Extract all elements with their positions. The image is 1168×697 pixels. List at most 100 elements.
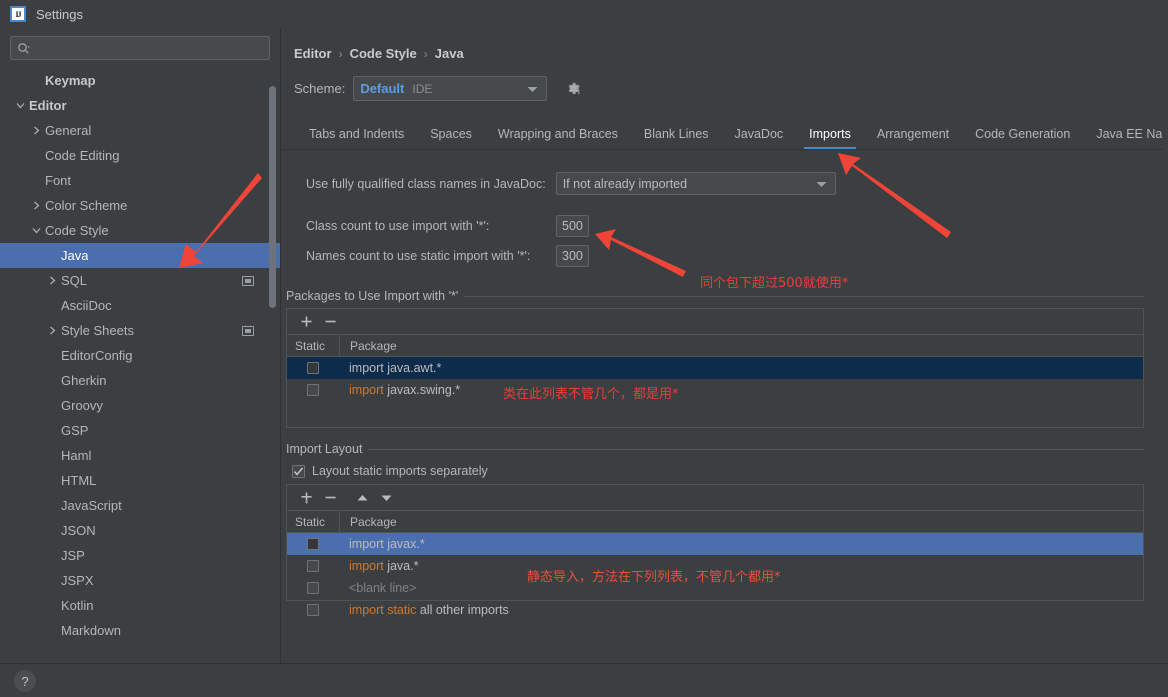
sidebar-item-asciidoc[interactable]: AsciiDoc: [0, 293, 280, 318]
static-checkbox[interactable]: [307, 538, 319, 550]
static-checkbox[interactable]: [307, 384, 319, 396]
sidebar-item-code-editing[interactable]: Code Editing: [0, 143, 280, 168]
class-count-input[interactable]: 500: [556, 215, 589, 237]
layout-static-imports-checkbox[interactable]: [292, 464, 305, 478]
import-layout-col-package: Package: [350, 514, 397, 529]
fqdn-javadoc-dropdown[interactable]: If not already imported: [555, 172, 836, 195]
tab-wrapping-and-braces[interactable]: Wrapping and Braces: [485, 127, 631, 149]
chevron-down-icon[interactable]: [30, 224, 43, 237]
search-box[interactable]: [10, 36, 270, 60]
sidebar-item-label: AsciiDoc: [61, 298, 112, 313]
import-layout-add-button[interactable]: [295, 488, 317, 508]
sidebar-scrollbar[interactable]: [269, 86, 276, 308]
table-row[interactable]: import javax.*: [287, 533, 1143, 555]
packages-col-package: Package: [350, 338, 397, 353]
static-cell: [287, 560, 339, 572]
module-badge-icon: [242, 325, 254, 336]
static-checkbox[interactable]: [307, 560, 319, 572]
dialog-titlebar: IJ Settings: [0, 0, 560, 28]
import-layout-col-static: Static: [295, 514, 326, 529]
sidebar-item-sql[interactable]: SQL: [0, 268, 280, 293]
code-style-tabbar: Tabs and Indents Spaces Wrapping and Brace…: [281, 117, 1164, 150]
static-checkbox[interactable]: [307, 582, 319, 594]
sidebar-item-markdown[interactable]: Markdown: [0, 618, 280, 643]
sidebar-item-kotlin[interactable]: Kotlin: [0, 593, 280, 618]
import-layout-move-up-button[interactable]: [351, 488, 373, 508]
static-cell: [287, 604, 339, 616]
scheme-dropdown[interactable]: Default IDE: [353, 76, 548, 101]
table-row[interactable]: import java.awt.*: [287, 357, 1143, 379]
import-layout-group: Import Layout Layout static imports sepa…: [286, 442, 1144, 617]
names-count-label: Names count to use static import with '*…: [306, 249, 531, 263]
sidebar-item-gherkin[interactable]: Gherkin: [0, 368, 280, 393]
sidebar-item-label: JavaScript: [61, 498, 122, 513]
sidebar-item-jspx[interactable]: JSPX: [0, 568, 280, 593]
sidebar-item-code-style[interactable]: Code Style: [0, 218, 280, 243]
sidebar-item-style-sheets[interactable]: Style Sheets: [0, 318, 280, 343]
chevron-down-icon[interactable]: [14, 99, 27, 112]
chevron-right-icon[interactable]: [30, 124, 43, 137]
sidebar-item-keymap[interactable]: Keymap: [0, 68, 280, 93]
sidebar-item-editorconfig[interactable]: EditorConfig: [0, 343, 280, 368]
dialog-title: Settings: [36, 6, 83, 22]
sidebar-item-groovy[interactable]: Groovy: [0, 393, 280, 418]
sidebar-item-javascript[interactable]: JavaScript: [0, 493, 280, 518]
tab-tabs-and-indents[interactable]: Tabs and Indents: [296, 127, 417, 149]
sidebar-item-java[interactable]: Java: [0, 243, 280, 268]
import-layout-remove-button[interactable]: [319, 488, 341, 508]
search-input[interactable]: [30, 40, 263, 56]
table-row[interactable]: import javax.swing.*: [287, 379, 1143, 401]
settings-sidebar: Keymap Editor General Code Editing Font Color…: [0, 28, 281, 663]
tab-javadoc[interactable]: JavaDoc: [722, 127, 797, 149]
layout-static-imports-checkbox-row[interactable]: Layout static imports separately: [292, 464, 1144, 478]
breadcrumb-java[interactable]: Java: [435, 46, 464, 61]
sidebar-item-json[interactable]: JSON: [0, 518, 280, 543]
sidebar-item-gsp[interactable]: GSP: [0, 418, 280, 443]
package-cell: <blank line>: [339, 581, 416, 595]
sidebar-item-color-scheme[interactable]: Color Scheme: [0, 193, 280, 218]
packages-row-list: import java.awt.* import javax.swing.*: [287, 357, 1143, 401]
import-layout-table: Static Package import javax.* import java…: [286, 484, 1144, 617]
scheme-settings-gear-button[interactable]: [563, 79, 583, 99]
tab-code-generation[interactable]: Code Generation: [962, 127, 1083, 149]
breadcrumb-editor[interactable]: Editor: [294, 46, 332, 61]
static-checkbox[interactable]: [307, 604, 319, 616]
tab-blank-lines[interactable]: Blank Lines: [631, 127, 722, 149]
chevron-right-icon[interactable]: [46, 274, 59, 287]
chevron-right-icon[interactable]: [30, 199, 43, 212]
sidebar-item-label: JSPX: [61, 573, 94, 588]
table-row[interactable]: import java.*: [287, 555, 1143, 577]
sidebar-item-label: Gherkin: [61, 373, 107, 388]
chevron-right-icon[interactable]: [46, 324, 59, 337]
table-row[interactable]: import static all other imports: [287, 599, 1143, 621]
sidebar-item-haml[interactable]: Haml: [0, 443, 280, 468]
sidebar-item-label: Markdown: [61, 623, 121, 638]
tab-java-ee-na[interactable]: Java EE Na: [1083, 127, 1164, 149]
sidebar-item-html[interactable]: HTML: [0, 468, 280, 493]
tab-imports[interactable]: Imports: [796, 127, 864, 149]
names-count-input[interactable]: 300: [556, 245, 589, 267]
breadcrumb-code-style[interactable]: Code Style: [350, 46, 417, 61]
sidebar-item-editor[interactable]: Editor: [0, 93, 280, 118]
package-keyword: import static: [349, 603, 417, 617]
packages-add-button[interactable]: [295, 312, 317, 332]
import-layout-table-toolbar: [287, 485, 1143, 511]
sidebar-item-font[interactable]: Font: [0, 168, 280, 193]
tab-label: Code Generation: [975, 127, 1071, 141]
tab-arrangement[interactable]: Arrangement: [864, 127, 962, 149]
sidebar-item-label: Keymap: [45, 73, 96, 88]
import-layout-move-down-button[interactable]: [375, 488, 397, 508]
help-button[interactable]: ?: [14, 670, 36, 692]
static-checkbox[interactable]: [307, 362, 319, 374]
sidebar-item-general[interactable]: General: [0, 118, 280, 143]
class-count-label: Class count to use import with '*':: [306, 219, 490, 233]
tab-spaces[interactable]: Spaces: [417, 127, 485, 149]
table-row[interactable]: <blank line>: [287, 577, 1143, 599]
settings-content: Editor › Code Style › Java Scheme: Defau…: [281, 28, 1168, 663]
sidebar-item-jsp[interactable]: JSP: [0, 543, 280, 568]
packages-remove-button[interactable]: [319, 312, 341, 332]
